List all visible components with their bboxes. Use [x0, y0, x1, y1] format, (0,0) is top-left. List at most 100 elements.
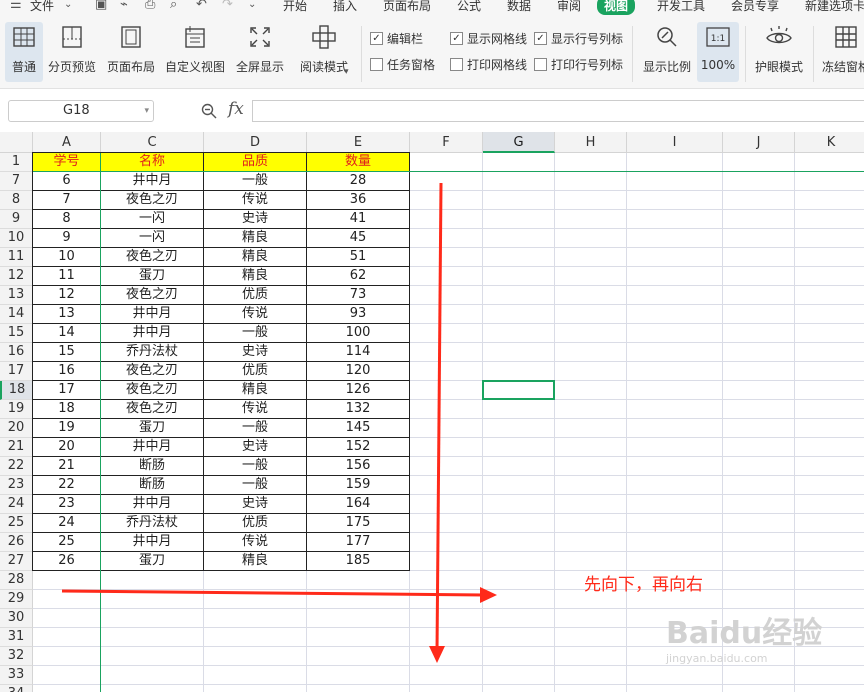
row-header-26[interactable]: 26	[0, 533, 33, 552]
data-cell[interactable]: 传说	[203, 399, 307, 419]
zoom-100-button[interactable]: 1:1 100%	[697, 22, 739, 82]
column-header-i[interactable]: I	[627, 132, 723, 153]
data-cell[interactable]: 36	[306, 190, 410, 210]
row-header-30[interactable]: 30	[0, 609, 33, 628]
data-cell[interactable]: 177	[306, 532, 410, 552]
row-header-32[interactable]: 32	[0, 647, 33, 666]
data-cell[interactable]: 8	[32, 209, 101, 229]
checkbox-show-headings[interactable]: ✓ 显示行号列标	[534, 30, 623, 47]
row-header-18[interactable]: 18	[0, 381, 33, 400]
function-icon[interactable]: fx	[228, 99, 244, 119]
data-cell[interactable]: 夜色之刃	[100, 361, 204, 381]
data-cell[interactable]: 精良	[203, 247, 307, 267]
normal-view-button[interactable]: 普通	[5, 22, 43, 82]
checkbox-print-headings[interactable]: 打印行号列标	[534, 56, 623, 73]
data-cell[interactable]: 6	[32, 171, 101, 191]
data-cell[interactable]: 蛋刀	[100, 551, 204, 571]
data-cell[interactable]: 蛋刀	[100, 266, 204, 286]
header-cell[interactable]: 名称	[100, 152, 204, 172]
column-header-c[interactable]: C	[101, 132, 204, 153]
tab-formulas[interactable]: 公式	[457, 0, 481, 14]
data-cell[interactable]: 73	[306, 285, 410, 305]
data-cell[interactable]: 18	[32, 399, 101, 419]
data-cell[interactable]: 10	[32, 247, 101, 267]
data-cell[interactable]: 精良	[203, 380, 307, 400]
data-cell[interactable]: 一般	[203, 456, 307, 476]
chevron-down-icon[interactable]: ▾	[144, 101, 149, 121]
menu-file[interactable]: 文件	[30, 0, 54, 14]
row-header-34[interactable]: 34	[0, 685, 33, 692]
checkbox-task-pane[interactable]: 任务窗格	[370, 56, 435, 73]
tab-home[interactable]: 开始	[283, 0, 307, 14]
data-cell[interactable]: 一般	[203, 418, 307, 438]
column-header-g[interactable]: G	[483, 132, 555, 153]
data-cell[interactable]: 井中月	[100, 532, 204, 552]
data-cell[interactable]: 45	[306, 228, 410, 248]
data-cell[interactable]: 120	[306, 361, 410, 381]
data-cell[interactable]: 断肠	[100, 456, 204, 476]
undo-icon[interactable]: ↶	[196, 0, 207, 12]
chevron-down-icon[interactable]: ▾	[344, 67, 349, 77]
data-cell[interactable]: 优质	[203, 361, 307, 381]
chevron-down-icon[interactable]: ⌄	[64, 0, 72, 10]
data-cell[interactable]: 19	[32, 418, 101, 438]
row-header-14[interactable]: 14	[0, 305, 33, 324]
row-header-12[interactable]: 12	[0, 267, 33, 286]
data-cell[interactable]: 史诗	[203, 342, 307, 362]
custom-view-button[interactable]: 自定义视图	[163, 22, 227, 82]
data-cell[interactable]: 精良	[203, 228, 307, 248]
data-cell[interactable]: 114	[306, 342, 410, 362]
zoom-button[interactable]: 显示比例	[641, 22, 693, 82]
tab-review[interactable]: 审阅	[557, 0, 581, 14]
data-cell[interactable]: 传说	[203, 190, 307, 210]
row-header-20[interactable]: 20	[0, 419, 33, 438]
data-cell[interactable]: 145	[306, 418, 410, 438]
data-cell[interactable]: 156	[306, 456, 410, 476]
data-cell[interactable]: 126	[306, 380, 410, 400]
redo-icon[interactable]: ↷	[222, 0, 233, 12]
data-cell[interactable]: 22	[32, 475, 101, 495]
tab-insert[interactable]: 插入	[333, 0, 357, 14]
data-cell[interactable]: 精良	[203, 266, 307, 286]
zoom-icon[interactable]	[201, 103, 217, 122]
row-header-22[interactable]: 22	[0, 457, 33, 476]
data-cell[interactable]: 夜色之刃	[100, 380, 204, 400]
data-cell[interactable]: 24	[32, 513, 101, 533]
row-header-17[interactable]: 17	[0, 362, 33, 381]
row-header-29[interactable]: 29	[0, 590, 33, 609]
name-box[interactable]: G18 ▾	[8, 100, 154, 122]
data-cell[interactable]: 传说	[203, 304, 307, 324]
data-cell[interactable]: 井中月	[100, 323, 204, 343]
data-cell[interactable]: 史诗	[203, 437, 307, 457]
save-icon[interactable]: ▣	[95, 0, 107, 12]
print-icon[interactable]: ⎙	[145, 0, 155, 12]
full-screen-button[interactable]: 全屏显示	[234, 22, 286, 82]
data-cell[interactable]: 一闪	[100, 228, 204, 248]
row-header-15[interactable]: 15	[0, 324, 33, 343]
data-cell[interactable]: 井中月	[100, 171, 204, 191]
data-cell[interactable]: 蛋刀	[100, 418, 204, 438]
row-header-16[interactable]: 16	[0, 343, 33, 362]
data-cell[interactable]: 62	[306, 266, 410, 286]
data-cell[interactable]: 159	[306, 475, 410, 495]
data-cell[interactable]: 41	[306, 209, 410, 229]
checkbox-show-gridlines[interactable]: ✓ 显示网格线	[450, 30, 527, 47]
data-cell[interactable]: 20	[32, 437, 101, 457]
tab-new[interactable]: 新建选项卡	[805, 0, 864, 14]
column-header-j[interactable]: J	[723, 132, 795, 153]
row-header-31[interactable]: 31	[0, 628, 33, 647]
tab-member[interactable]: 会员专享	[731, 0, 779, 14]
row-header-27[interactable]: 27	[0, 552, 33, 571]
data-cell[interactable]: 精良	[203, 551, 307, 571]
formula-input[interactable]	[252, 100, 864, 122]
row-header-19[interactable]: 19	[0, 400, 33, 419]
data-cell[interactable]: 25	[32, 532, 101, 552]
data-cell[interactable]: 16	[32, 361, 101, 381]
column-header-e[interactable]: E	[307, 132, 410, 153]
data-cell[interactable]: 夜色之刃	[100, 285, 204, 305]
checkbox-formula-bar[interactable]: ✓ 编辑栏	[370, 30, 423, 47]
column-header-f[interactable]: F	[410, 132, 483, 153]
header-cell[interactable]: 数量	[306, 152, 410, 172]
column-header-h[interactable]: H	[555, 132, 627, 153]
row-header-33[interactable]: 33	[0, 666, 33, 685]
